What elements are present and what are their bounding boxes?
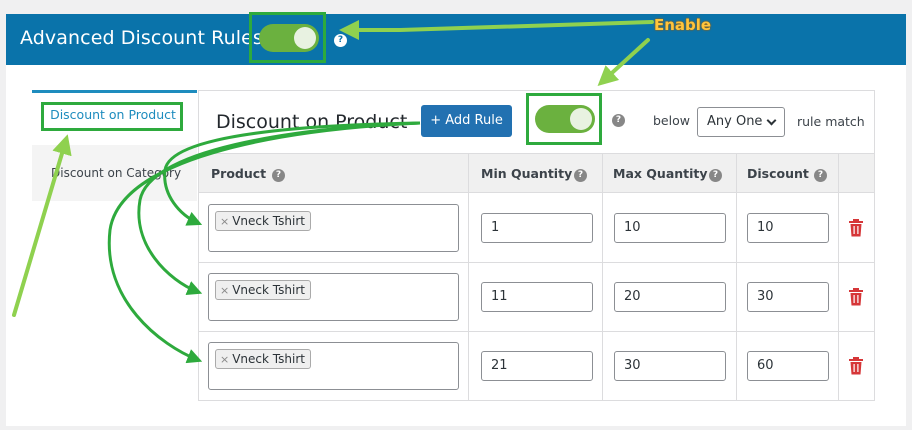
product-tag-label: Vneck Tshirt bbox=[232, 283, 305, 297]
header-help-icon[interactable]: ? bbox=[334, 34, 347, 47]
close-icon[interactable]: × bbox=[220, 284, 229, 297]
add-rule-button[interactable]: + Add Rule bbox=[421, 105, 512, 137]
rule-help-icon[interactable]: ? bbox=[612, 114, 625, 127]
product-select[interactable]: × Vneck Tshirt bbox=[208, 342, 459, 390]
min-quantity-help-icon[interactable]: ? bbox=[574, 169, 587, 182]
page-title: Advanced Discount Rules bbox=[20, 27, 263, 49]
max-quantity-help-icon[interactable]: ? bbox=[709, 169, 722, 182]
page-header: Advanced Discount Rules bbox=[6, 14, 906, 65]
min-quantity-input[interactable]: 11 bbox=[481, 282, 593, 312]
advanced-discount-toggle[interactable] bbox=[259, 24, 319, 52]
rule-title: Discount on Product bbox=[216, 111, 408, 133]
min-quantity-input[interactable]: 1 bbox=[481, 213, 593, 243]
rule-match-label: rule match bbox=[797, 114, 865, 129]
sidebar-item-discount-on-category[interactable]: Discount on Category bbox=[51, 166, 181, 180]
min-quantity-input[interactable]: 21 bbox=[481, 351, 593, 381]
close-icon[interactable]: × bbox=[220, 353, 229, 366]
max-quantity-input[interactable]: 20 bbox=[614, 282, 726, 312]
discount-input[interactable]: 10 bbox=[747, 213, 829, 243]
chevron-down-icon bbox=[766, 115, 777, 126]
trash-icon[interactable] bbox=[848, 219, 864, 237]
close-icon[interactable]: × bbox=[220, 215, 229, 228]
product-tag: × Vneck Tshirt bbox=[215, 349, 311, 369]
discount-input[interactable]: 60 bbox=[747, 351, 829, 381]
max-quantity-input[interactable]: 30 bbox=[614, 351, 726, 381]
sidebar-item-discount-on-product[interactable]: Discount on Product bbox=[44, 105, 182, 131]
discount-help-icon[interactable]: ? bbox=[814, 169, 827, 182]
product-tag-label: Vneck Tshirt bbox=[232, 352, 305, 366]
column-header-min-quantity: Min Quantity bbox=[481, 166, 573, 181]
max-quantity-input[interactable]: 10 bbox=[614, 213, 726, 243]
column-header-max-quantity: Max Quantity bbox=[613, 166, 708, 181]
column-header-product: Product bbox=[211, 166, 267, 181]
product-select[interactable]: × Vneck Tshirt bbox=[208, 204, 459, 252]
product-select[interactable]: × Vneck Tshirt bbox=[208, 273, 459, 321]
trash-icon[interactable] bbox=[848, 288, 864, 306]
column-header-discount: Discount bbox=[747, 166, 809, 181]
column-divider bbox=[838, 153, 839, 401]
column-divider bbox=[736, 153, 737, 401]
column-divider bbox=[602, 153, 603, 401]
column-divider bbox=[468, 153, 469, 401]
trash-icon[interactable] bbox=[848, 357, 864, 375]
discount-input[interactable]: 30 bbox=[747, 282, 829, 312]
row-divider bbox=[199, 331, 874, 332]
rule-match-select[interactable]: Any One bbox=[697, 107, 785, 137]
enable-annotation-label: Enable bbox=[654, 16, 712, 34]
toggle-knob bbox=[294, 27, 316, 49]
rule-match-select-value: Any One bbox=[707, 114, 763, 129]
below-label: below bbox=[653, 113, 690, 128]
product-help-icon[interactable]: ? bbox=[272, 169, 285, 182]
row-divider bbox=[199, 262, 874, 263]
rule-enable-toggle[interactable] bbox=[535, 105, 595, 133]
toggle-knob bbox=[570, 108, 592, 130]
product-tag: × Vneck Tshirt bbox=[215, 280, 311, 300]
product-tag: × Vneck Tshirt bbox=[215, 211, 311, 231]
product-tag-label: Vneck Tshirt bbox=[232, 214, 305, 228]
